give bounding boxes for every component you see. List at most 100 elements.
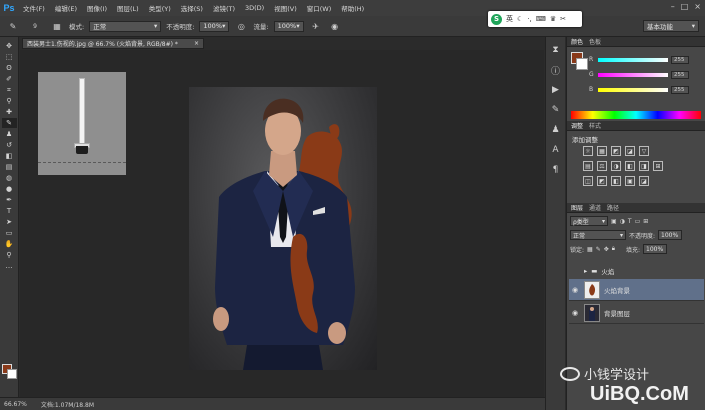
tab-channels[interactable]: 通道 [589,203,601,212]
clone-source-icon[interactable]: ♟ [549,123,563,137]
move-tool-icon[interactable]: ✥ [2,41,17,51]
layer-filter-select[interactable]: ρ类型 ▾ [570,216,608,226]
lock-pixels-icon[interactable]: ✎ [596,246,601,253]
skin-icon[interactable]: ♛ [550,15,556,23]
history-panel-icon[interactable]: ⧗ [549,43,563,57]
brush-panel-icon[interactable]: ✎ [549,103,563,117]
threshold-icon[interactable]: ◧ [611,176,621,186]
pen-tool-icon[interactable]: ✒ [2,195,17,205]
color-balance-icon[interactable]: ⚖ [597,161,607,171]
ime-toolbar[interactable]: S 英 ☾ ·, ⌨ ♛ ✂ [488,11,582,27]
mode-select[interactable]: 正常 ▾ [89,20,162,32]
background-color-swatch[interactable] [7,369,17,379]
lock-position-icon[interactable]: ✥ [604,246,609,253]
crop-tool-icon[interactable]: ⌗ [2,85,17,95]
marquee-tool-icon[interactable]: ⬚ [2,52,17,62]
menu-view[interactable]: 视图(V) [269,3,302,13]
eyedropper-tool-icon[interactable]: ⚲ [2,96,17,106]
lock-all-icon[interactable]: 🔒︎ [612,245,615,253]
menu-file[interactable]: 文件(F) [18,3,50,13]
type-tool-icon[interactable]: T [2,206,17,216]
filter-type-icon[interactable]: T [628,218,632,225]
tools-icon[interactable]: ✂ [560,15,566,23]
pressure-opacity-icon[interactable]: ◎ [234,19,248,33]
tab-paths[interactable]: 路径 [607,203,619,212]
blue-value[interactable]: 255 [671,85,689,94]
menu-select[interactable]: 选择(S) [176,3,208,13]
blue-slider[interactable]: B 255 [589,85,705,94]
menu-type[interactable]: 类型(Y) [144,3,176,13]
more-tools-icon[interactable]: … [2,261,17,271]
menu-window[interactable]: 窗口(W) [302,3,337,13]
menu-layer[interactable]: 图层(L) [112,3,144,13]
blur-tool-icon[interactable]: ◍ [2,173,17,183]
ime-mode[interactable]: 英 [506,14,513,24]
airbrush-icon[interactable]: ✈ [309,19,323,33]
filter-shape-icon[interactable]: ▭ [635,218,641,225]
eraser-tool-icon[interactable]: ◧ [2,151,17,161]
menu-image[interactable]: 图像(I) [82,3,112,13]
layer-group-row[interactable]: ▸ ▬ 火焰 [569,265,704,277]
close-button[interactable]: × [694,2,701,11]
zoom-level[interactable]: 66.67% [4,401,27,408]
filter-adjust-icon[interactable]: ◑ [620,218,625,225]
gradient-map-icon[interactable]: ▣ [625,176,635,186]
blue-slider-track[interactable] [598,87,668,92]
background-color-swatch[interactable] [576,58,588,70]
posterize-icon[interactable]: ◩ [597,176,607,186]
hand-tool-icon[interactable]: ✋ [2,239,17,249]
levels-icon[interactable]: ▦ [597,146,607,156]
dodge-tool-icon[interactable]: ● [2,184,17,194]
eye-icon[interactable]: ◉ [572,286,580,294]
punctuation-icon[interactable]: ·, [527,15,531,23]
menu-edit[interactable]: 编辑(E) [50,3,82,13]
brush-tool-icon[interactable]: ✎ [6,19,20,33]
tab-adjustments[interactable]: 调整 [571,121,583,130]
sogou-logo-icon[interactable]: S [491,13,502,25]
moon-icon[interactable]: ☾ [517,15,523,23]
menu-filter[interactable]: 滤镜(T) [208,3,240,13]
paragraph-panel-icon[interactable]: ¶ [549,163,563,177]
layer-opacity-field[interactable]: 100% [658,230,683,240]
zoom-tool-icon[interactable]: ⚲ [2,250,17,260]
layer-row[interactable]: ◉ 背景图层 [569,302,704,324]
chevron-right-icon[interactable]: ▸ [584,267,587,275]
eye-icon[interactable]: ◉ [572,309,580,317]
selective-color-icon[interactable]: ◪ [639,176,649,186]
properties-panel-icon[interactable]: ⓘ [549,63,563,77]
minimize-button[interactable]: – [671,2,675,11]
tab-color[interactable]: 颜色 [571,37,583,46]
history-brush-icon[interactable]: ↺ [2,140,17,150]
filter-smart-icon[interactable]: ⊞ [643,218,648,225]
green-slider[interactable]: G 255 [589,70,705,79]
vibrance-icon[interactable]: ▽ [639,146,649,156]
document-tab[interactable]: 西装男士1.伤视的.jpg @ 66.7% (火焰背景, RGB/8#) * × [22,38,204,49]
close-tab-icon[interactable]: × [194,40,199,47]
gradient-tool-icon[interactable]: ▤ [2,162,17,172]
black-white-icon[interactable]: ◑ [611,161,621,171]
green-slider-track[interactable] [598,72,668,77]
exposure-icon[interactable]: ◪ [625,146,635,156]
brush-tool-icon[interactable]: ✎ [1,118,17,128]
green-value[interactable]: 255 [671,70,689,79]
photo-filter-icon[interactable]: ◧ [625,161,635,171]
channel-mixer-icon[interactable]: ◨ [639,161,649,171]
lock-transparent-icon[interactable]: ▦ [587,246,593,253]
tab-layers[interactable]: 图层 [571,203,583,212]
menu-3d[interactable]: 3D(D) [240,4,269,12]
color-spectrum[interactable] [571,111,701,119]
tab-swatches[interactable]: 色板 [589,37,601,46]
menu-help[interactable]: 帮助(H) [336,3,369,13]
opacity-field[interactable]: 100% ▾ [199,20,230,32]
tab-styles[interactable]: 样式 [589,121,601,130]
brush-preset-picker[interactable]: 9 [25,19,45,33]
color-lookup-icon[interactable]: ⊞ [653,161,663,171]
path-select-tool-icon[interactable]: ➤ [2,217,17,227]
flow-field[interactable]: 100% ▾ [273,20,304,32]
fill-field[interactable]: 100% [643,244,667,254]
curves-icon[interactable]: ◩ [611,146,621,156]
healing-tool-icon[interactable]: ✚ [2,107,17,117]
brush-panel-icon[interactable]: ▦ [50,19,64,33]
red-value[interactable]: 255 [671,55,689,64]
brightness-icon[interactable]: ☼ [583,146,593,156]
